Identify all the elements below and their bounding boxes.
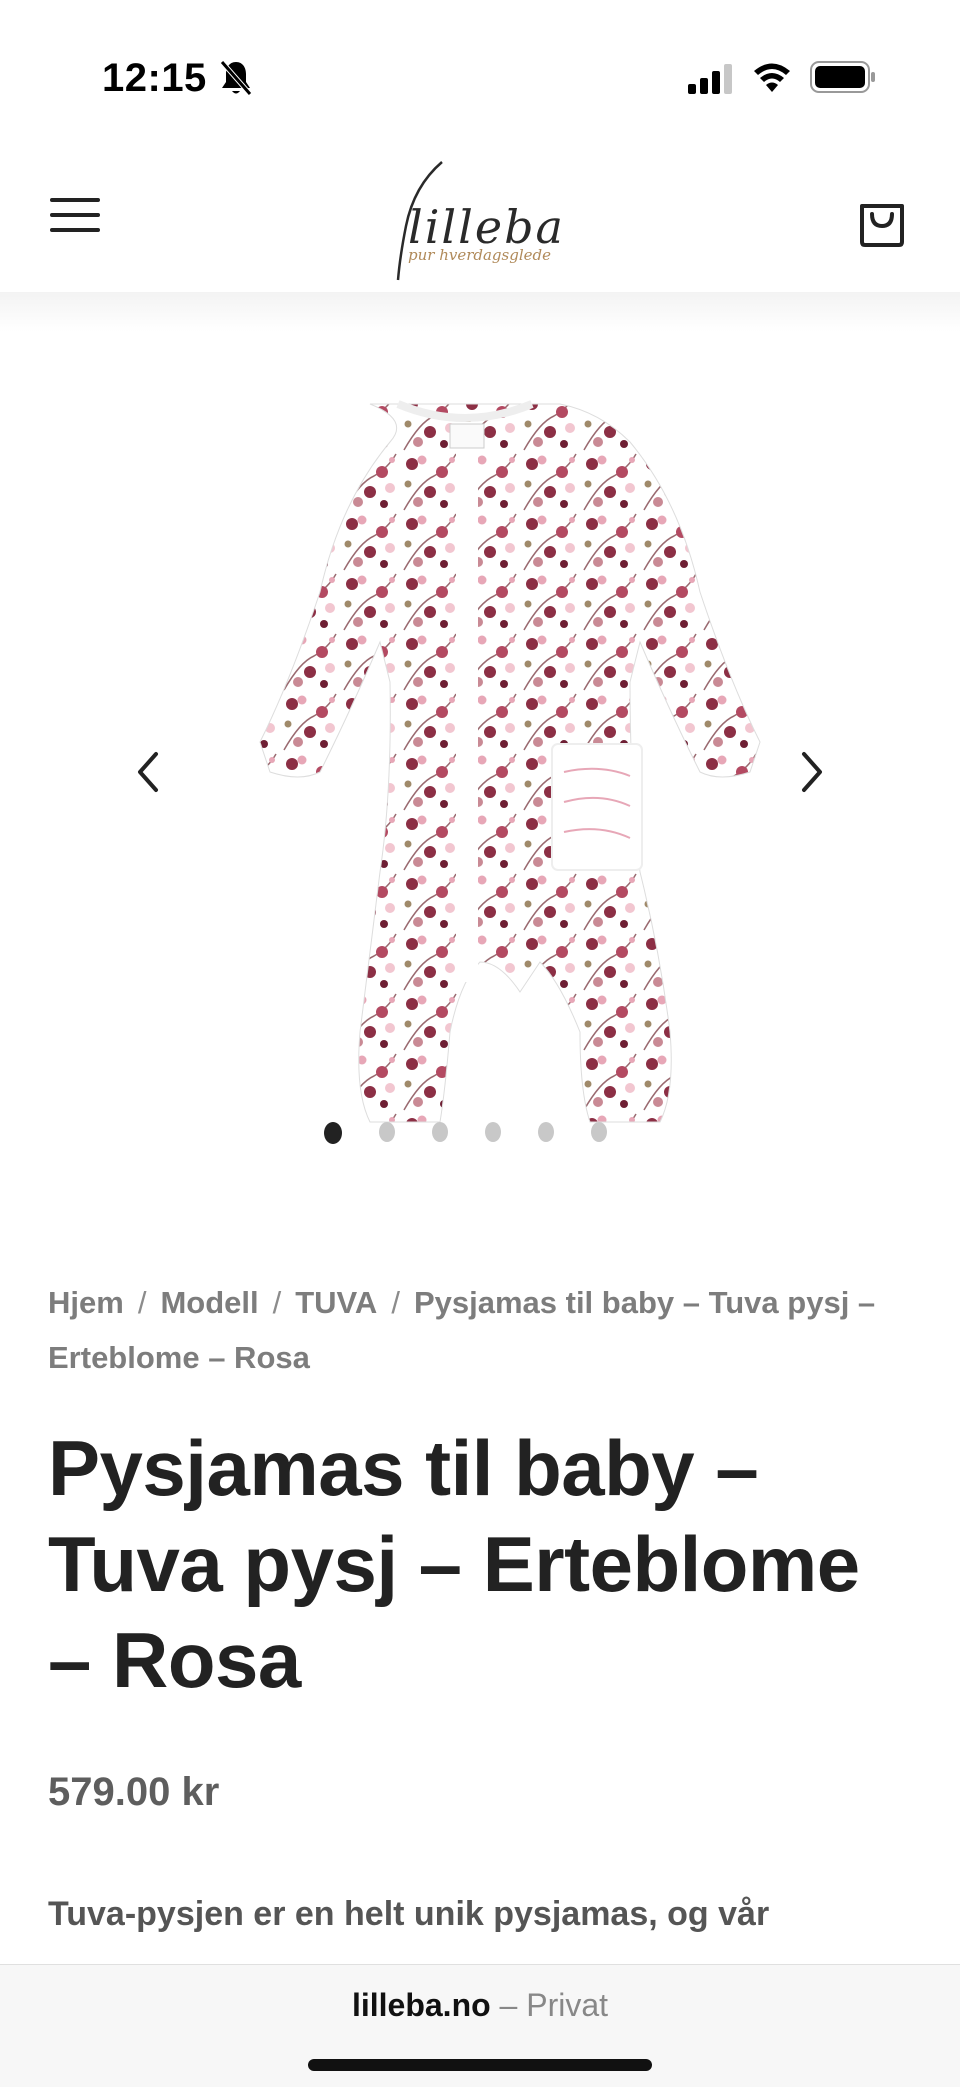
browsing-mode: Privat — [526, 1987, 609, 2023]
cart-icon[interactable] — [856, 192, 908, 248]
gallery-dot[interactable] — [324, 1122, 342, 1144]
url-separator: – — [499, 1987, 518, 2023]
browser-url-bar[interactable]: lilleba.no – Privat — [0, 1964, 960, 2087]
gallery-dot[interactable] — [431, 1122, 448, 1142]
menu-icon[interactable] — [50, 198, 100, 238]
breadcrumb-separator: / — [137, 1285, 147, 1320]
bell-slash-icon — [220, 60, 252, 96]
logo[interactable]: lilleba pur hverdagsglede — [384, 156, 580, 286]
status-time: 12:15 — [102, 56, 207, 100]
breadcrumb-modell[interactable]: Modell — [160, 1285, 258, 1320]
breadcrumb-home[interactable]: Hjem — [48, 1285, 124, 1320]
signal-icon — [688, 64, 732, 94]
gallery-dot[interactable] — [378, 1122, 395, 1142]
url-text[interactable]: lilleba.no – Privat — [0, 1987, 960, 2024]
site-header: lilleba pur hverdagsglede — [0, 150, 960, 292]
gallery-dot[interactable] — [590, 1122, 607, 1142]
battery-icon — [810, 61, 875, 93]
home-indicator[interactable] — [308, 2059, 652, 2071]
url-domain: lilleba.no — [351, 1987, 491, 2023]
previous-image-arrow-icon[interactable] — [132, 750, 164, 794]
product-description: Tuva-pysjen er en helt unik pysjamas, og… — [48, 1895, 770, 1933]
breadcrumb-separator: / — [391, 1285, 400, 1320]
gallery-pagination — [324, 1122, 644, 1146]
breadcrumb-tuva[interactable]: TUVA — [295, 1285, 377, 1320]
product-price: 579.00 kr — [48, 1770, 220, 1814]
logo-tagline: pur hverdagsglede — [408, 246, 551, 264]
product-gallery[interactable] — [0, 332, 960, 1172]
breadcrumb-separator: / — [272, 1285, 282, 1320]
product-image[interactable] — [160, 392, 800, 1152]
wifi-icon — [754, 63, 790, 92]
next-image-arrow-icon[interactable] — [796, 750, 828, 794]
product-title: Pysjamas til baby – Tuva pysj – Erteblom… — [48, 1424, 860, 1704]
gallery-dot[interactable] — [537, 1122, 554, 1142]
gallery-dot[interactable] — [484, 1122, 501, 1142]
breadcrumb: Hjem / Modell / TUVA / Pysjamas til baby – Tuv… — [48, 1275, 908, 1385]
header-shadow — [0, 292, 960, 332]
status-bar: 12:15 — [0, 0, 960, 150]
